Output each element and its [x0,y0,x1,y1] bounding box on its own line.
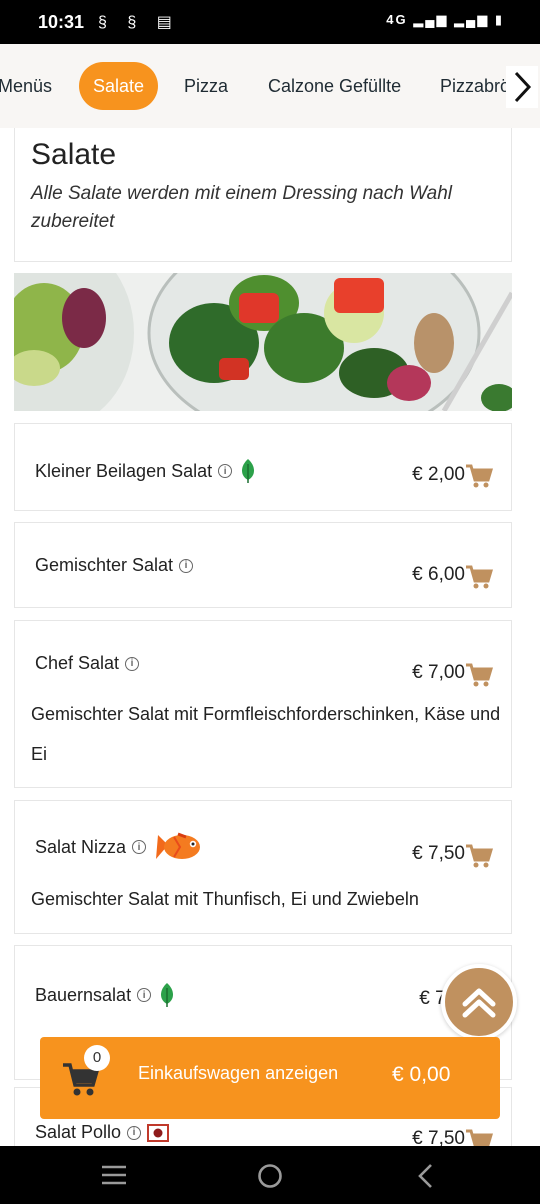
info-icon[interactable]: i [179,558,194,573]
add-to-cart-icon[interactable] [465,842,493,870]
home-icon[interactable] [257,1163,283,1189]
chicken-icon [147,1123,170,1142]
cart-total: € 0,00 [392,1063,451,1086]
vegetarian-leaf-icon [242,459,255,483]
item-name: Gemischter Salat [35,555,174,575]
scroll-to-top-button[interactable] [441,964,517,1040]
section-title: Salate [31,138,117,171]
recents-icon[interactable] [101,1164,127,1186]
tab-calzone[interactable]: Calzone Gefüllte [268,62,401,110]
salad-banner-image [14,273,512,411]
item-name: Salat Pollo [35,1122,122,1142]
cart-count-badge: 0 [84,1045,110,1071]
info-icon[interactable]: i [125,656,140,671]
info-icon[interactable]: i [218,464,233,478]
info-icon[interactable]: i [132,840,147,854]
item-price: € 7,50 [412,843,465,864]
menu-item[interactable]: Chef Salat i € 7,00 Gemischter Salat mit… [14,620,512,788]
tab-menus[interactable]: Menüs [0,62,52,110]
add-to-cart-icon[interactable] [465,563,493,591]
tab-salate[interactable]: Salate [79,62,159,110]
double-chevron-up-icon [462,988,496,1018]
info-icon[interactable]: i [127,1125,142,1140]
vegetarian-leaf-icon [161,983,174,1007]
info-icon[interactable]: i [137,988,152,1002]
status-signal-icons: 4G ▂▄▆ ▂▄▆ ▮ [386,12,504,27]
network-label: 4G [386,12,408,27]
section-subtitle: Alle Salate werden mit einem Dressing na… [31,183,453,232]
item-description: Gemischter Salat mit Formfleischfordersc… [31,704,501,764]
item-price: € 2,00 [412,464,465,485]
system-navigation-bar [0,1146,540,1204]
fish-icon [156,832,201,859]
category-tabs: Menüs Salate Pizza Calzone Gefüllte Pizz… [0,44,540,128]
add-to-cart-icon[interactable] [465,462,493,490]
menu-item[interactable]: Gemischter Salat i € 6,00 [14,522,512,608]
view-cart-label: Einkaufswagen anzeigen [138,1063,339,1083]
item-name: Chef Salat [35,653,120,673]
tab-pizzabroetchen[interactable]: Pizzabrö [440,62,510,110]
item-name: Bauernsalat [35,984,132,1005]
status-notification-icons: § § ▤ [98,14,180,31]
chevron-right-icon [514,71,532,103]
status-bar: 10:31 § § ▤ 4G ▂▄▆ ▂▄▆ ▮ [0,0,540,44]
item-price: € 6,00 [412,564,465,585]
view-cart-bar[interactable]: 0 Einkaufswagen anzeigen € 0,00 [40,1037,500,1119]
tabs-next-button[interactable] [506,66,538,108]
status-time: 10:31 [38,12,85,32]
item-price: € 7,00 [412,662,465,683]
menu-item[interactable]: Kleiner Beilagen Salat i € 2,00 [14,423,512,511]
item-name: Salat Nizza [35,836,127,857]
section-header: Salate Alle Salate werden mit einem Dres… [14,128,512,262]
menu-item[interactable]: Salat Nizza i € 7,50 Gemischter Salat mi… [14,800,512,934]
back-icon[interactable] [416,1163,434,1189]
item-name: Kleiner Beilagen Salat [35,460,213,481]
item-description: Gemischter Salat mit Thunfisch, Ei und Z… [31,889,419,909]
tab-pizza[interactable]: Pizza [184,62,228,110]
add-to-cart-icon[interactable] [465,661,493,689]
